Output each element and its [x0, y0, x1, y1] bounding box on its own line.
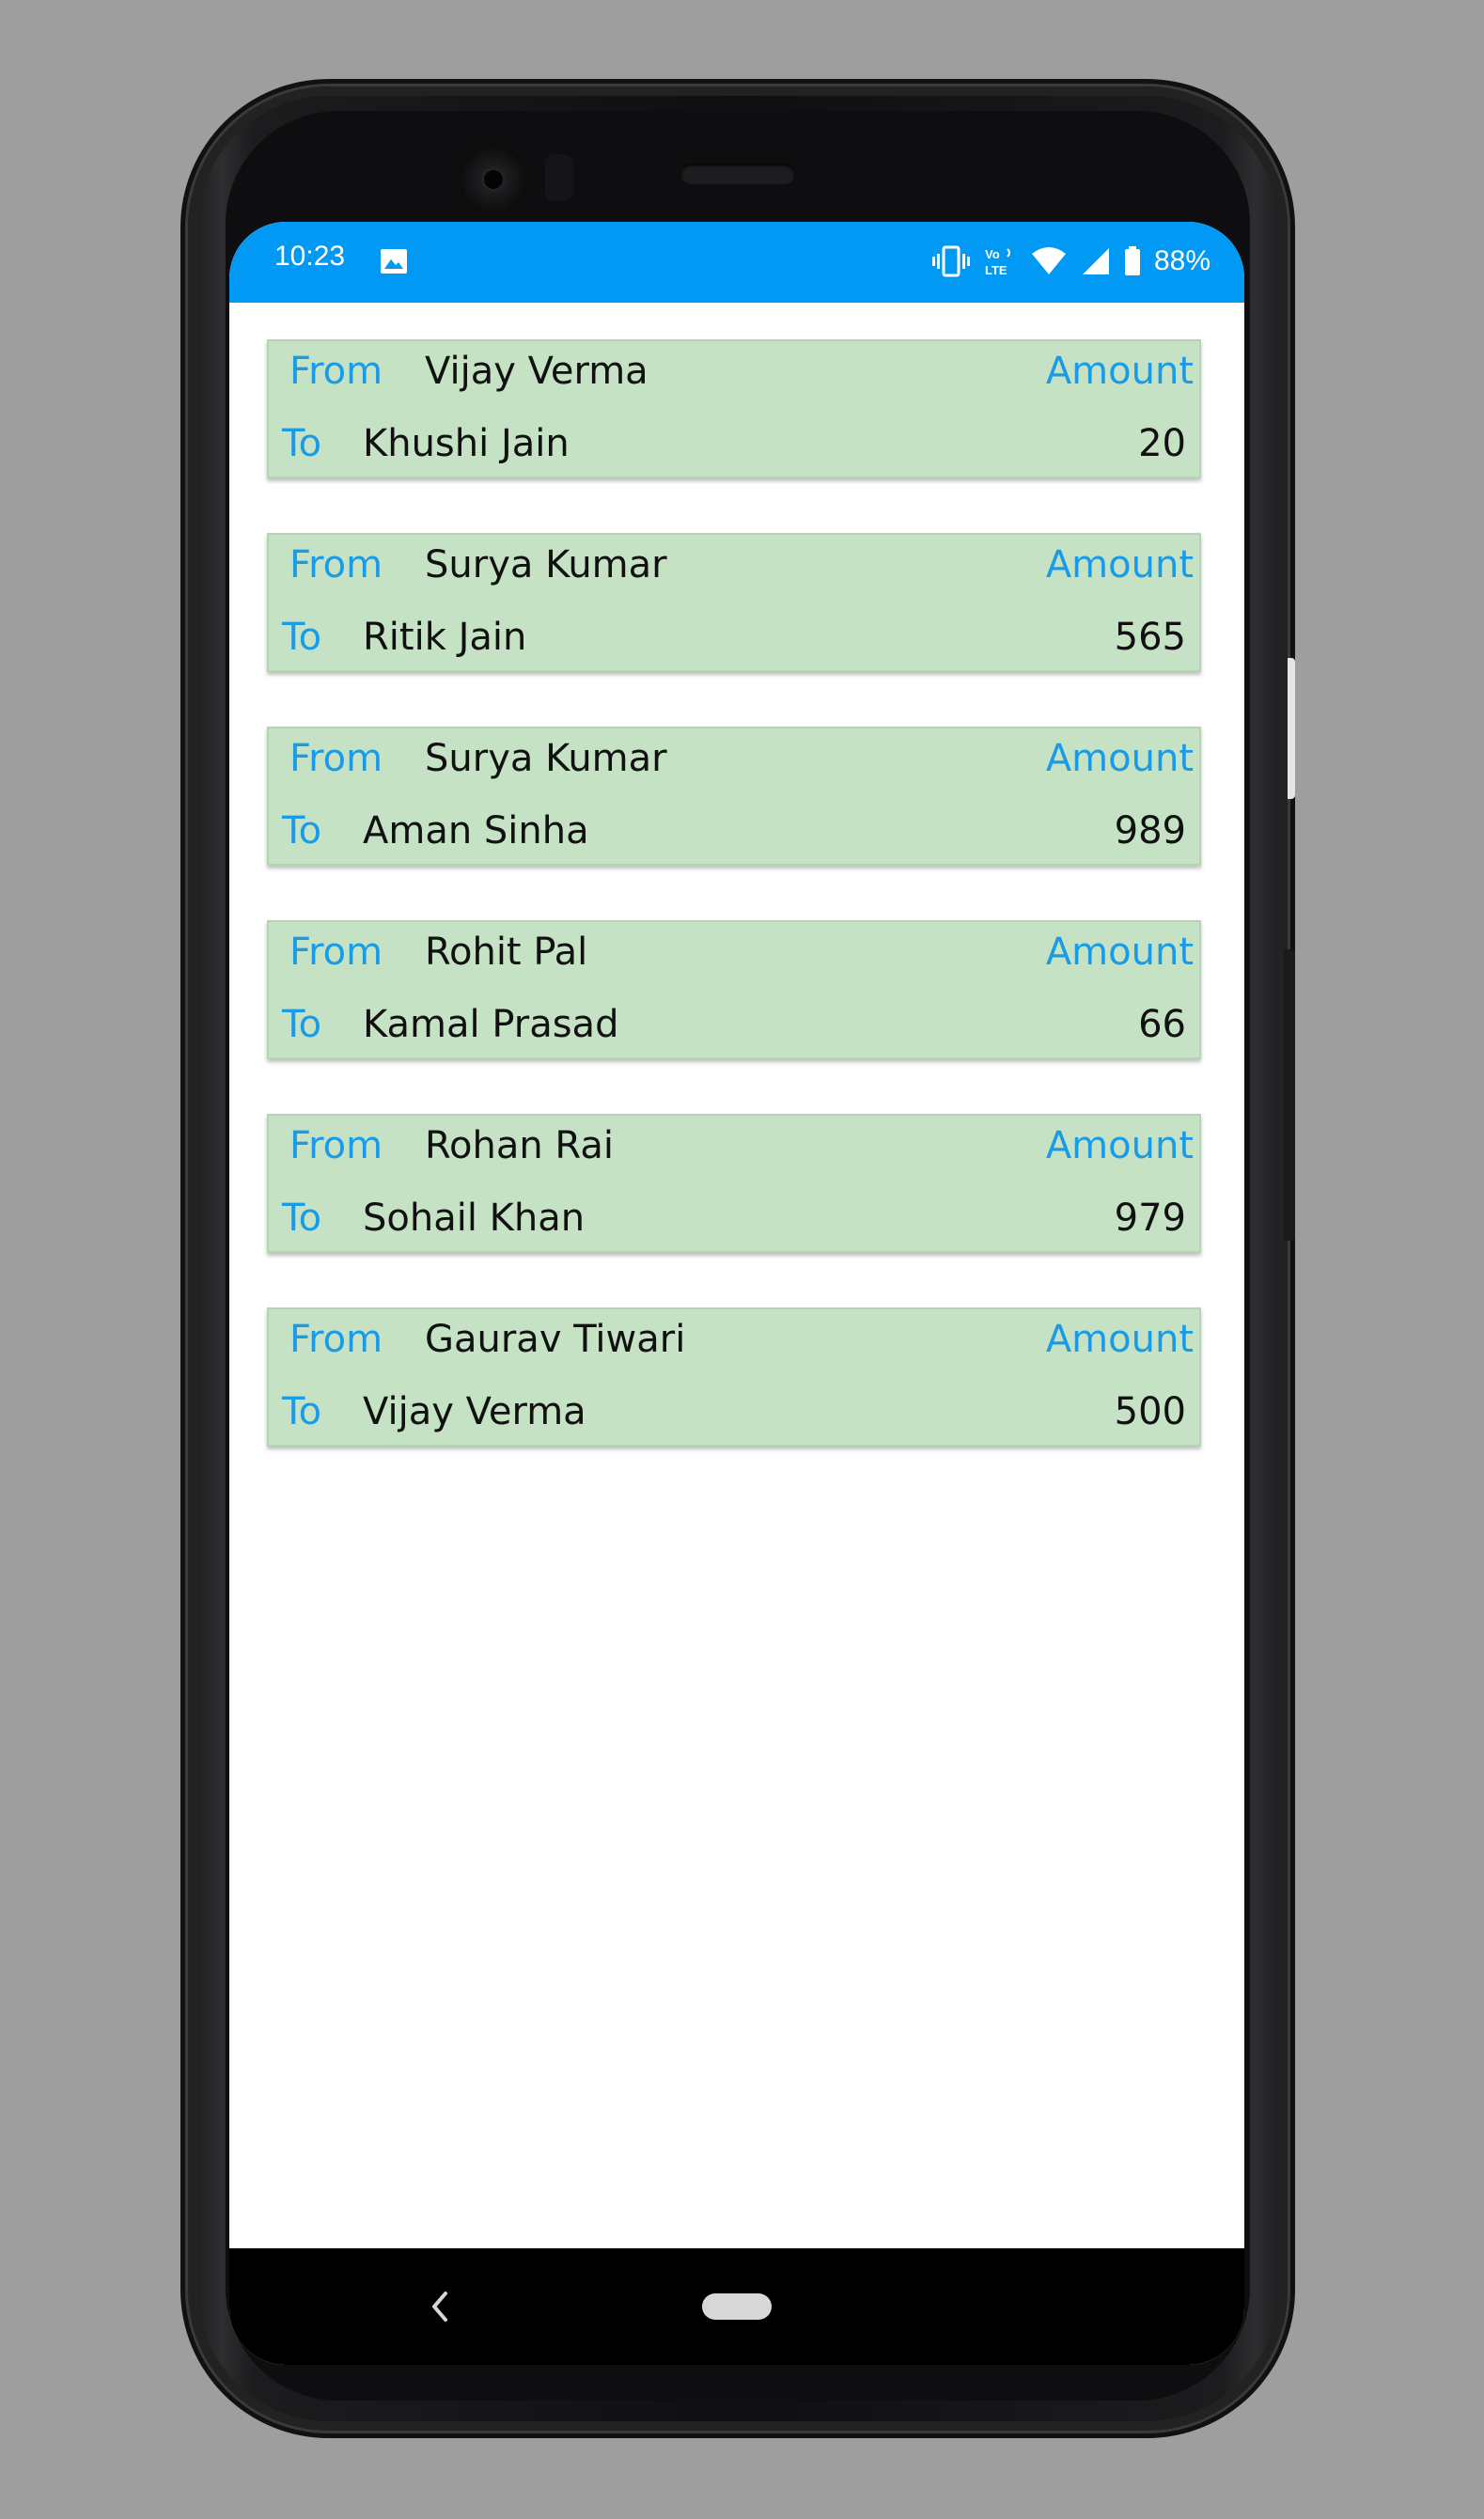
amount-label: Amount	[1045, 543, 1194, 587]
amount-label: Amount	[1045, 1318, 1194, 1361]
amount-label: Amount	[1045, 1124, 1194, 1167]
from-label: From	[289, 543, 383, 587]
from-name: Gaurav Tiwari	[425, 1318, 686, 1361]
to-label: To	[282, 1197, 322, 1240]
transaction-card[interactable]: From Surya Kumar Amount To Aman Sinha 98…	[267, 727, 1201, 866]
amount-value: 979	[1114, 1197, 1186, 1240]
amount-label: Amount	[1045, 350, 1194, 393]
wifi-icon	[1030, 246, 1068, 276]
from-name: Surya Kumar	[425, 543, 667, 587]
to-name: Sohail Khan	[363, 1197, 586, 1240]
transaction-card[interactable]: From Gaurav Tiwari Amount To Vijay Verma…	[267, 1307, 1201, 1447]
amount-label: Amount	[1045, 931, 1194, 974]
to-label: To	[282, 1390, 322, 1433]
volte-icon: Vo LTE	[983, 245, 1017, 277]
status-bar: 10:23 Vo LTE 88%	[229, 222, 1244, 303]
amount-value: 989	[1114, 809, 1186, 853]
back-icon[interactable]	[425, 2286, 453, 2327]
amount-label: Amount	[1045, 737, 1194, 780]
transaction-card[interactable]: From Vijay Verma Amount To Khushi Jain 2…	[267, 339, 1201, 478]
to-label: To	[282, 422, 322, 465]
earpiece-speaker	[680, 164, 795, 184]
vibrate-icon	[931, 245, 970, 277]
battery-percent: 88%	[1153, 245, 1211, 276]
front-camera	[459, 145, 528, 214]
from-label: From	[289, 350, 383, 393]
transaction-card[interactable]: From Rohan Rai Amount To Sohail Khan 979	[267, 1114, 1201, 1253]
amount-value: 500	[1114, 1390, 1186, 1433]
transaction-list: From Vijay Verma Amount To Khushi Jain 2…	[267, 339, 1205, 1501]
amount-value: 565	[1114, 616, 1186, 659]
battery-icon	[1124, 246, 1141, 276]
screen: 10:23 Vo LTE 88% From Vijay Verma Amount…	[229, 222, 1244, 2365]
volume-button	[1284, 949, 1295, 1241]
from-label: From	[289, 737, 383, 780]
status-time: 10:23	[274, 241, 346, 272]
signal-icon	[1081, 246, 1111, 276]
home-button[interactable]	[702, 2293, 772, 2320]
to-name: Kamal Prasad	[363, 1003, 619, 1046]
to-label: To	[282, 616, 322, 659]
to-label: To	[282, 809, 322, 853]
from-name: Rohit Pal	[425, 931, 588, 974]
proximity-sensor	[545, 154, 573, 201]
transaction-card[interactable]: From Surya Kumar Amount To Ritik Jain 56…	[267, 533, 1201, 672]
to-label: To	[282, 1003, 322, 1046]
from-name: Rohan Rai	[425, 1124, 614, 1167]
transaction-card[interactable]: From Rohit Pal Amount To Kamal Prasad 66	[267, 920, 1201, 1059]
image-icon	[380, 248, 408, 274]
to-name: Khushi Jain	[363, 422, 570, 465]
to-name: Vijay Verma	[363, 1390, 586, 1433]
amount-value: 66	[1138, 1003, 1186, 1046]
from-label: From	[289, 1124, 383, 1167]
from-name: Vijay Verma	[425, 350, 648, 393]
navigation-bar	[229, 2248, 1244, 2365]
from-label: From	[289, 931, 383, 974]
status-icons: Vo LTE 88%	[931, 241, 1211, 282]
to-name: Aman Sinha	[363, 809, 589, 853]
from-label: From	[289, 1318, 383, 1361]
power-button	[1288, 658, 1295, 799]
svg-text:LTE: LTE	[985, 263, 1008, 277]
amount-value: 20	[1138, 422, 1186, 465]
from-name: Surya Kumar	[425, 737, 667, 780]
svg-text:Vo: Vo	[985, 247, 1000, 261]
to-name: Ritik Jain	[363, 616, 527, 659]
